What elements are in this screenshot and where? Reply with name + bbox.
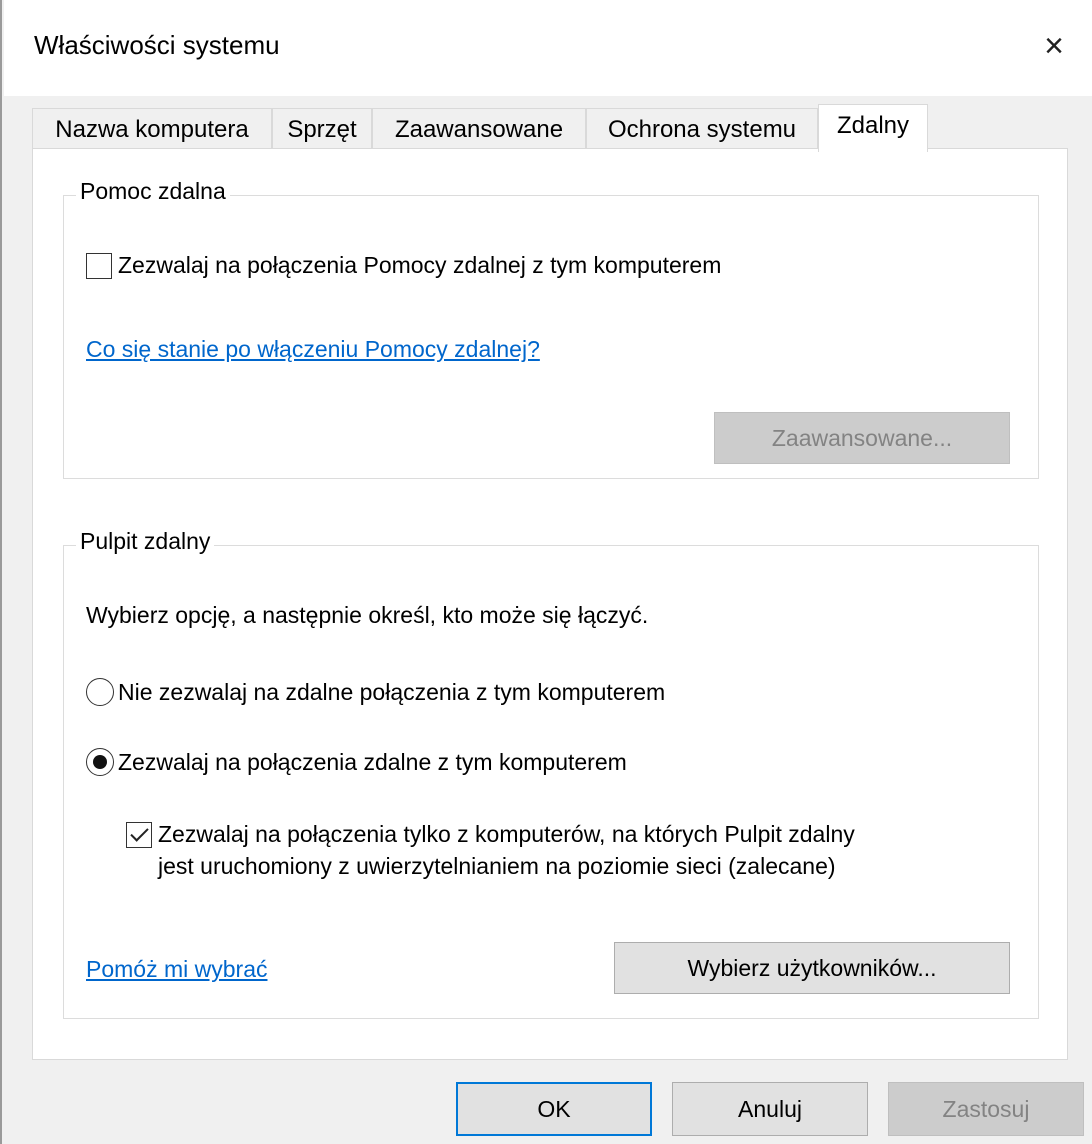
window-title: Właściwości systemu bbox=[34, 30, 280, 60]
remote-desktop-group: Pulpit zdalny Wybierz opcję, a następnie… bbox=[63, 528, 1039, 1019]
ok-button[interactable]: OK bbox=[456, 1082, 652, 1136]
nla-checkbox[interactable] bbox=[126, 822, 152, 848]
allow-connections-label: Zezwalaj na połączenia zdalne z tym komp… bbox=[118, 748, 627, 775]
tab-computer-name[interactable]: Nazwa komputera bbox=[32, 108, 272, 150]
close-icon[interactable]: × bbox=[1032, 24, 1076, 68]
tab-panel-remote: Pomoc zdalna Zezwalaj na połączenia Pomo… bbox=[32, 148, 1068, 1060]
title-bar: Właściwości systemu × bbox=[4, 0, 1092, 96]
remote-assistance-allow-label: Zezwalaj na połączenia Pomocy zdalnej z … bbox=[118, 252, 722, 278]
remote-desktop-help-link[interactable]: Pomóż mi wybrać bbox=[86, 956, 267, 983]
system-properties-window: Właściwości systemu × Nazwa komputera Sp… bbox=[0, 0, 1092, 1144]
nla-label-line1: Zezwalaj na połączenia tylko z komputeró… bbox=[158, 821, 855, 847]
nla-row[interactable]: Zezwalaj na połączenia tylko z komputeró… bbox=[126, 818, 855, 882]
remote-desktop-allow-row[interactable]: Zezwalaj na połączenia zdalne z tym komp… bbox=[86, 748, 627, 776]
remote-desktop-legend: Pulpit zdalny bbox=[76, 528, 215, 555]
remote-assistance-group: Pomoc zdalna Zezwalaj na połączenia Pomo… bbox=[63, 178, 1039, 479]
deny-connections-radio[interactable] bbox=[86, 678, 114, 706]
apply-button[interactable]: Zastosuj bbox=[888, 1082, 1084, 1136]
select-users-button[interactable]: Wybierz użytkowników... bbox=[614, 942, 1010, 994]
tab-hardware[interactable]: Sprzęt bbox=[272, 108, 372, 150]
remote-desktop-deny-row[interactable]: Nie zezwalaj na zdalne połączenia z tym … bbox=[86, 678, 665, 706]
remote-assistance-help-link[interactable]: Co się stanie po włączeniu Pomocy zdalne… bbox=[86, 336, 540, 363]
remote-assistance-allow-row[interactable]: Zezwalaj na połączenia Pomocy zdalnej z … bbox=[86, 252, 721, 279]
cancel-button[interactable]: Anuluj bbox=[672, 1082, 868, 1136]
allow-connections-radio[interactable] bbox=[86, 748, 114, 776]
remote-desktop-instruction: Wybierz opcję, a następnie określ, kto m… bbox=[86, 602, 649, 628]
deny-connections-label: Nie zezwalaj na zdalne połączenia z tym … bbox=[118, 678, 666, 705]
tab-system-protection[interactable]: Ochrona systemu bbox=[586, 108, 818, 150]
remote-assistance-allow-checkbox[interactable] bbox=[86, 252, 112, 279]
nla-label-line2: jest uruchomiony z uwierzytelnianiem na … bbox=[158, 853, 836, 879]
tab-bar: Nazwa komputera Sprzęt Zaawansowane Ochr… bbox=[32, 104, 1072, 152]
tab-remote[interactable]: Zdalny bbox=[818, 104, 928, 152]
remote-assistance-advanced-button[interactable]: Zaawansowane... bbox=[714, 412, 1010, 464]
tab-advanced[interactable]: Zaawansowane bbox=[372, 108, 586, 150]
remote-assistance-legend: Pomoc zdalna bbox=[76, 178, 230, 205]
nla-label: Zezwalaj na połączenia tylko z komputeró… bbox=[158, 818, 855, 882]
